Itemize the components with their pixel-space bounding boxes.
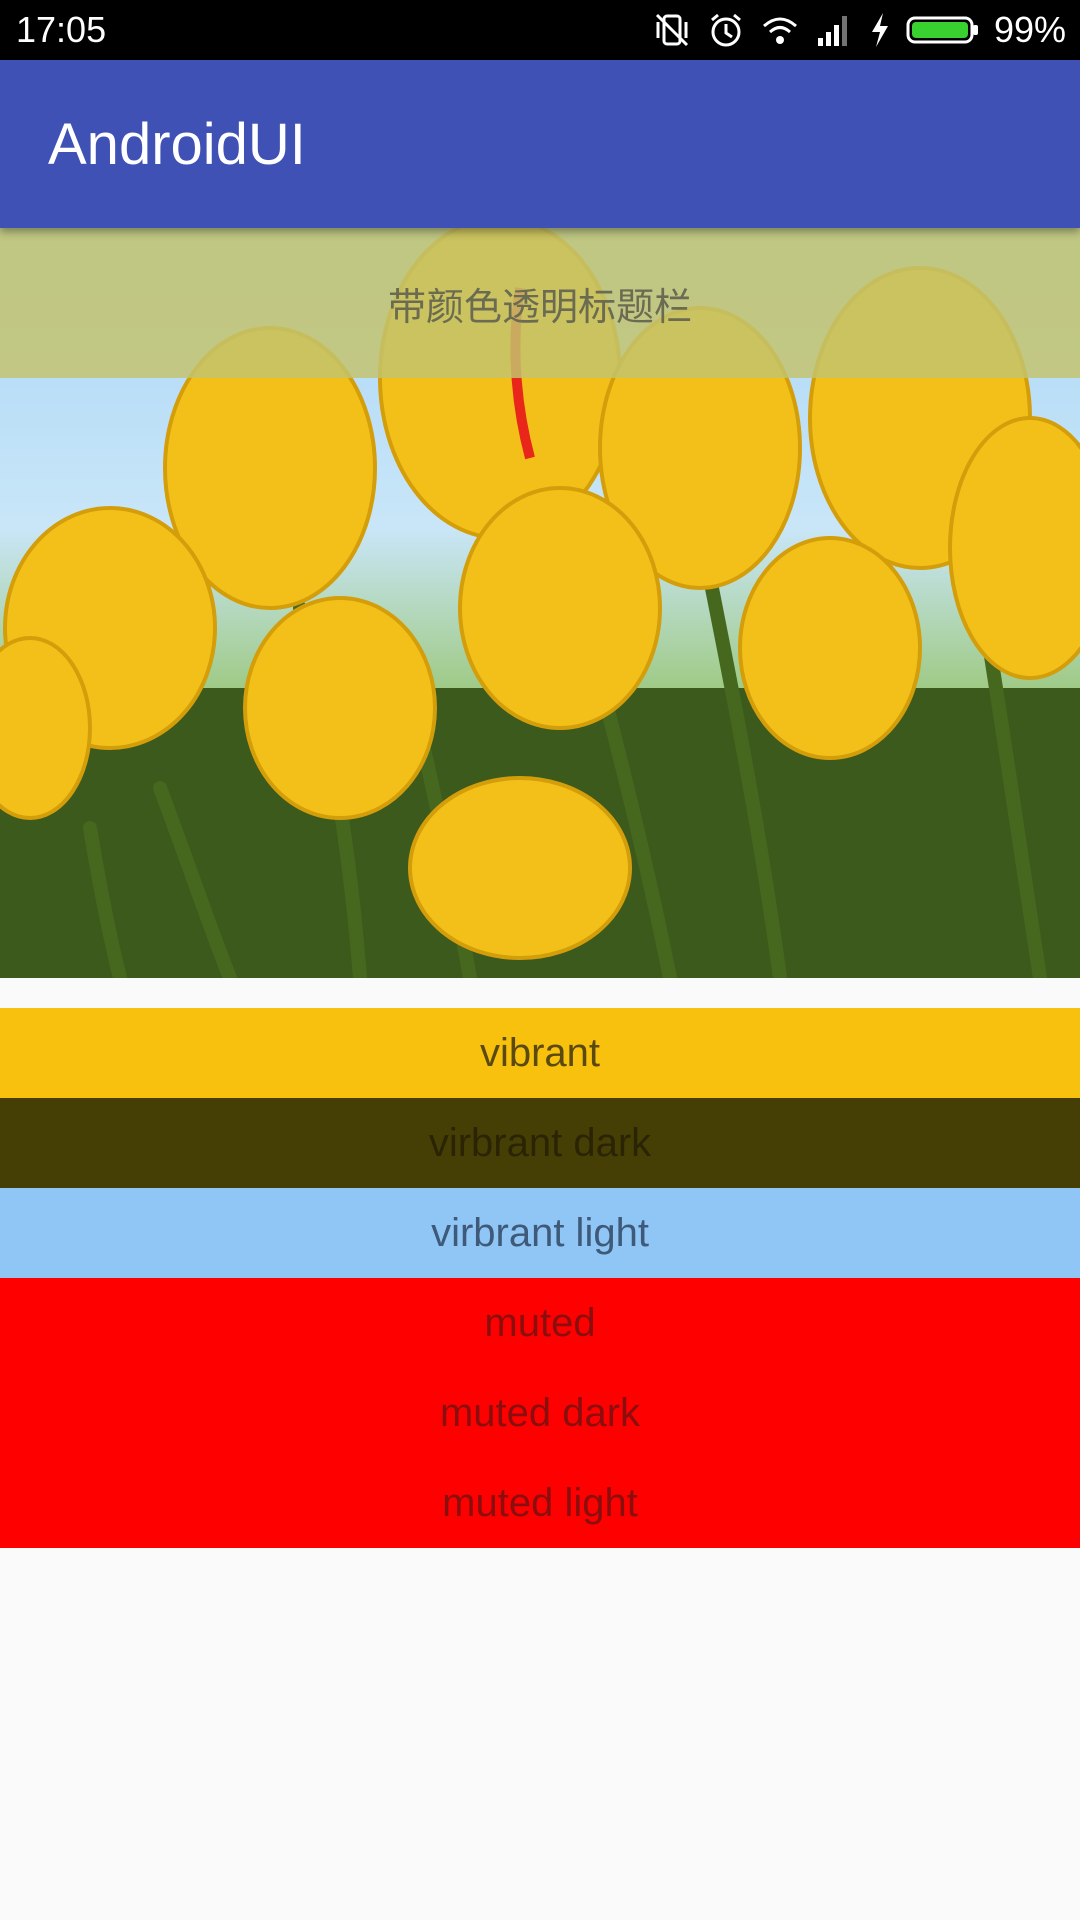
tulip-header-image: 带颜色透明标题栏: [0, 228, 1080, 978]
swatch-muted-light: muted light: [0, 1458, 1080, 1548]
app-title: AndroidUI: [48, 112, 306, 177]
translucent-title-text: 带颜色透明标题栏: [387, 284, 692, 329]
status-icons: 99%: [652, 8, 1066, 52]
wifi-icon: [760, 10, 800, 50]
swatch-vibrant: vibrant: [0, 1008, 1080, 1098]
palette-swatch-list: vibrant virbrant dark virbrant light mut…: [0, 1008, 1080, 1548]
swatch-muted: muted: [0, 1278, 1080, 1368]
battery-icon: [906, 10, 980, 50]
swatch-vibrant-light: virbrant light: [0, 1188, 1080, 1278]
battery-percent: 99%: [993, 9, 1066, 50]
status-bar: 17:05 99%: [0, 0, 1080, 60]
status-time: 17:05: [16, 9, 107, 50]
app-bar: AndroidUI: [0, 60, 1080, 228]
vibrate-off-icon: [652, 10, 692, 50]
swatch-vibrant-dark: virbrant dark: [0, 1098, 1080, 1188]
signal-icon: [814, 10, 854, 50]
charging-icon: [868, 10, 892, 50]
translucent-title-bar: 带颜色透明标题栏: [0, 228, 1080, 378]
swatch-muted-dark: muted dark: [0, 1368, 1080, 1458]
alarm-icon: [706, 10, 746, 50]
